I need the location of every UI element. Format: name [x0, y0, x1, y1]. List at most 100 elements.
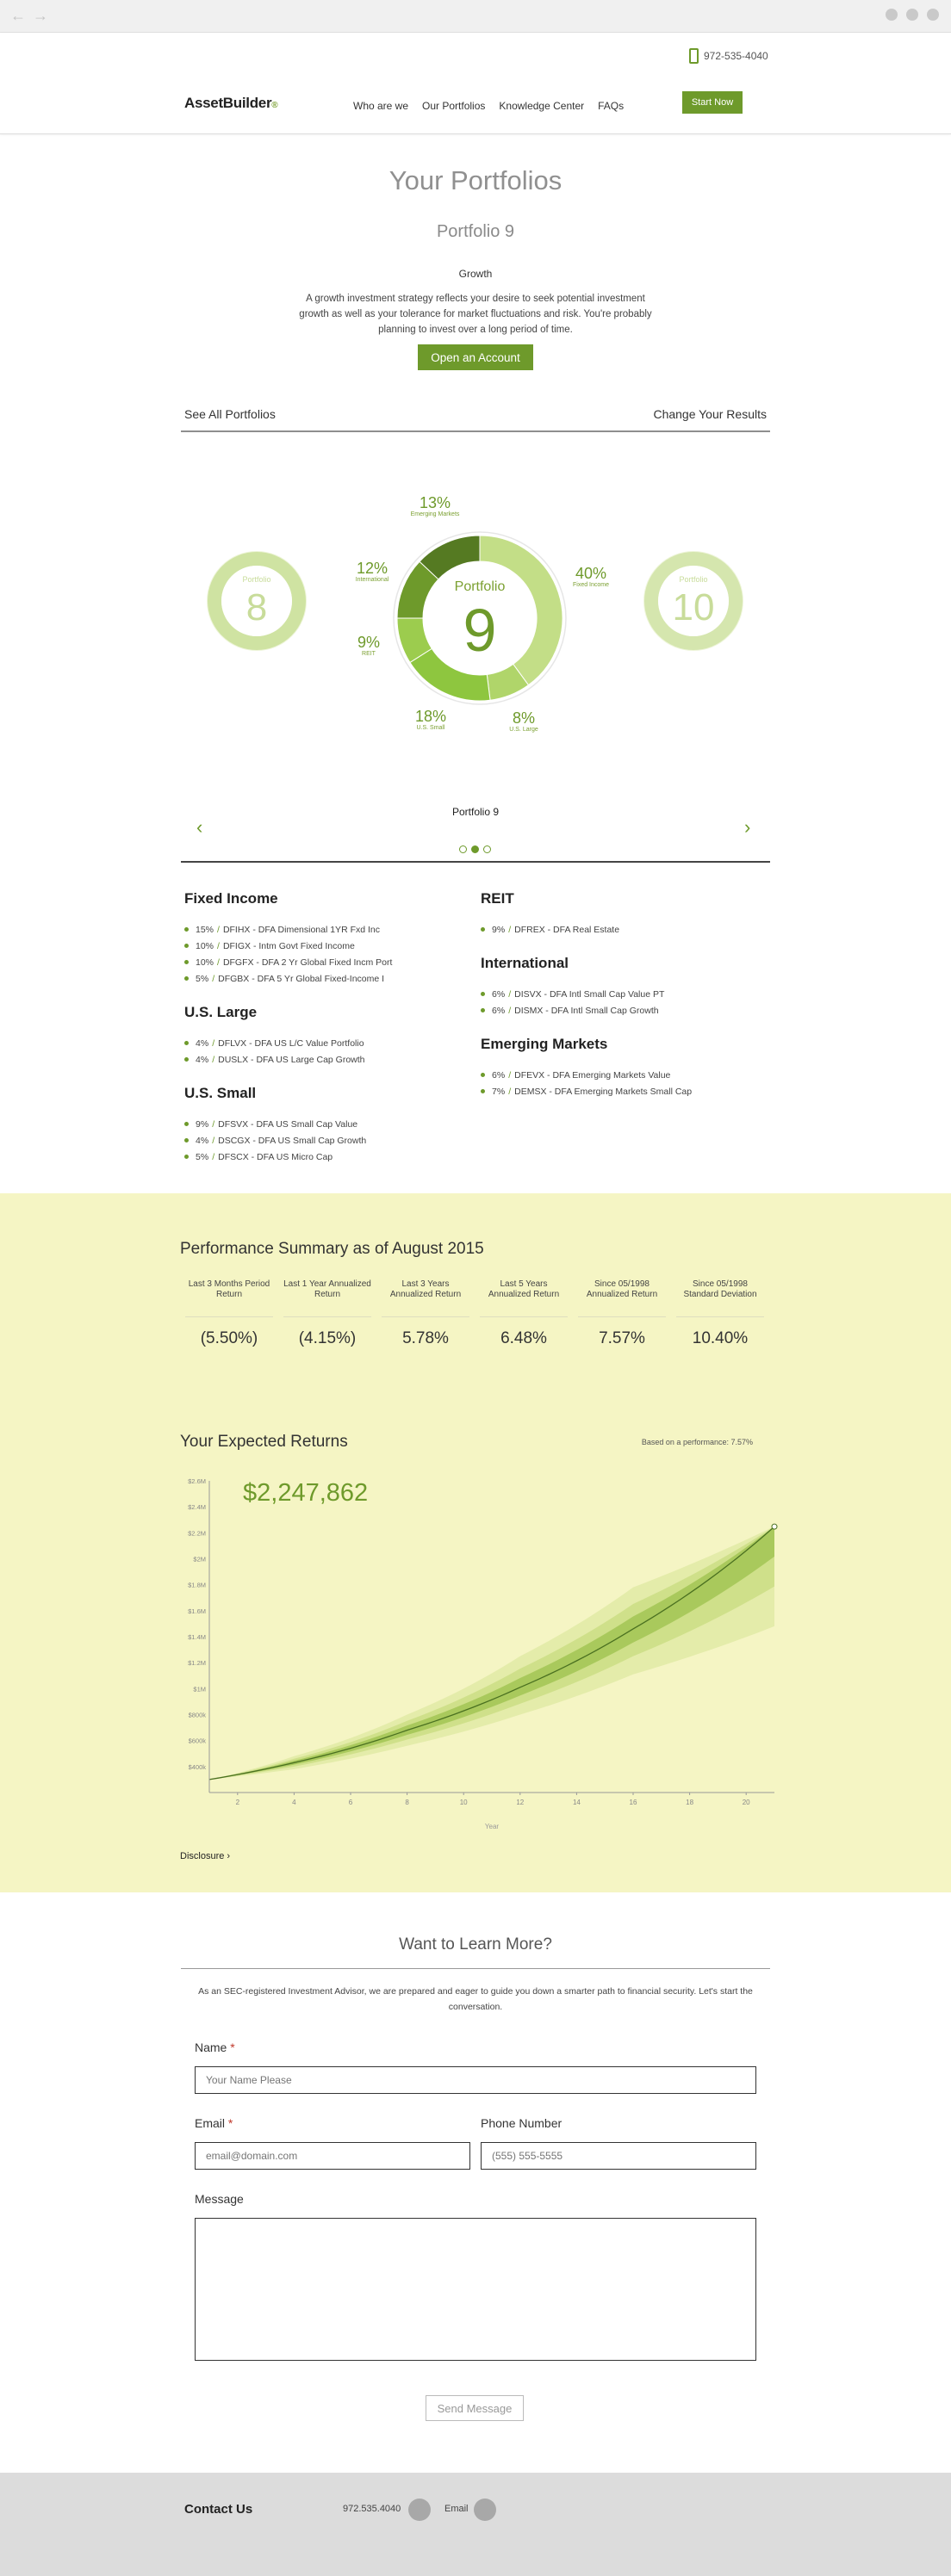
- holdings-heading-us-small: U.S. Small: [184, 1085, 257, 1101]
- change-results-link[interactable]: Change Your Results: [653, 407, 767, 421]
- segment-name: International: [355, 577, 389, 583]
- email-label: Email *: [195, 2116, 233, 2130]
- slash-divider: /: [217, 957, 220, 968]
- browser-nav-arrows[interactable]: ←→: [10, 7, 55, 25]
- holding-fund: DFLVX - DFA US L/C Value Portfolio: [218, 1037, 364, 1049]
- start-now-button[interactable]: Start Now: [682, 91, 743, 114]
- y-tick-label: $2.4M: [188, 1503, 206, 1511]
- holding-fund: DEMSX - DFA Emerging Markets Small Cap: [514, 1086, 693, 1097]
- page-title: Your Portfolios: [388, 165, 563, 195]
- header-phone[interactable]: 972-535-4040: [689, 48, 768, 64]
- carousel-prev-arrow[interactable]: ‹: [196, 816, 202, 839]
- next-portfolio-donut[interactable]: Portfolio 10: [643, 551, 743, 651]
- holding-item: 6% / DISMX - DFA Intl Small Cap Growth: [481, 1002, 756, 1019]
- see-all-portfolios-link[interactable]: See All Portfolios: [184, 407, 276, 421]
- logo[interactable]: AssetBuilder®: [184, 95, 278, 112]
- message-textarea[interactable]: [195, 2218, 756, 2361]
- holdings-list-us-large: 4% / DFLVX - DFA US L/C Value Portfolio 4%…: [184, 1035, 460, 1068]
- perf-head: Last 1 Year Annualized Return: [283, 1279, 371, 1317]
- segment-label-us-small: 18% U.S. Small: [405, 708, 457, 731]
- open-account-button[interactable]: Open an Account: [418, 344, 533, 370]
- segment-label-reit: 9% REIT: [343, 634, 395, 657]
- x-tick-label: 4: [292, 1799, 296, 1806]
- y-tick-label: $2.6M: [188, 1477, 206, 1485]
- slash-divider: /: [212, 1054, 215, 1065]
- mail-icon[interactable]: [474, 2499, 496, 2521]
- y-tick-label: $2.2M: [188, 1529, 206, 1537]
- slash-divider: /: [508, 1069, 512, 1081]
- strategy-label: Growth: [458, 268, 493, 280]
- slash-divider: /: [212, 1037, 215, 1049]
- slash-divider: /: [212, 1151, 215, 1162]
- nav-who-are-we[interactable]: Who are we: [353, 100, 408, 112]
- site-footer: Contact Us 972.535.4040 Email: [0, 2473, 951, 2576]
- holding-fund: DFIHX - DFA Dimensional 1YR Fxd Inc: [222, 924, 380, 935]
- prev-donut-number: 8: [246, 586, 267, 629]
- bullet-icon: [184, 1041, 189, 1045]
- holding-pct: 9%: [492, 924, 506, 935]
- holding-pct: 15%: [196, 924, 214, 935]
- prev-portfolio-donut[interactable]: Portfolio 8: [207, 551, 307, 651]
- holdings-list-reit: 9% / DFREX - DFA Real Estate: [481, 921, 756, 938]
- bullet-icon: [481, 1008, 485, 1012]
- holding-item: 9% / DFREX - DFA Real Estate: [481, 921, 756, 938]
- prev-donut-label: Portfolio: [242, 575, 270, 584]
- x-tick-label: 12: [516, 1799, 524, 1806]
- holding-item: 15% / DFIHX - DFA Dimensional 1YR Fxd Inc: [184, 921, 460, 938]
- holding-pct: 7%: [492, 1086, 506, 1097]
- x-axis-label: Year: [485, 1823, 500, 1830]
- footer-contact-heading: Contact Us: [184, 2502, 253, 2517]
- name-input[interactable]: [195, 2066, 756, 2094]
- holding-fund: DUSLX - DFA US Large Cap Growth: [218, 1054, 365, 1065]
- nav-knowledge-center[interactable]: Knowledge Center: [499, 100, 584, 112]
- holdings-heading-emerging: Emerging Markets: [481, 1036, 608, 1052]
- perf-value: (5.50%): [200, 1329, 258, 1347]
- end-point-marker: [771, 1523, 778, 1530]
- name-label: Name *: [195, 2040, 235, 2054]
- bullet-icon: [184, 927, 189, 932]
- holding-fund: DFIGX - Intm Govt Fixed Income: [222, 940, 355, 951]
- pager-dot[interactable]: [459, 845, 467, 853]
- bullet-icon: [184, 1155, 189, 1159]
- disclosure-link[interactable]: Disclosure ›: [180, 1851, 230, 1861]
- bullet-icon: [184, 976, 189, 981]
- holding-fund: DISMX - DFA Intl Small Cap Growth: [514, 1005, 659, 1016]
- slash-divider: /: [508, 1086, 512, 1097]
- window-dot[interactable]: [927, 9, 939, 21]
- window-dot[interactable]: [886, 9, 898, 21]
- footer-phone[interactable]: 972.535.4040: [343, 2504, 401, 2514]
- holding-item: 10% / DFIGX - Intm Govt Fixed Income: [184, 938, 460, 954]
- pager-dot-active[interactable]: [471, 845, 479, 853]
- holding-pct: 5%: [196, 1151, 209, 1162]
- segment-pct: 9%: [357, 634, 380, 651]
- holding-fund: DSCGX - DFA US Small Cap Growth: [218, 1135, 367, 1146]
- perf-column: Last 3 Years Annualized Return 5.78%: [376, 1279, 475, 1348]
- send-message-button[interactable]: Send Message: [426, 2395, 524, 2421]
- header-phone-number: 972-535-4040: [704, 50, 768, 62]
- window-dot[interactable]: [906, 9, 918, 21]
- holding-item: 4% / DUSLX - DFA US Large Cap Growth: [184, 1051, 460, 1068]
- holding-pct: 5%: [196, 973, 209, 984]
- holdings-left-column: Fixed Income 15% / DFIHX - DFA Dimensional…: [184, 890, 460, 1182]
- x-tick-label: 2: [236, 1799, 240, 1806]
- phone-icon[interactable]: [408, 2499, 431, 2521]
- slash-divider: /: [217, 940, 220, 951]
- perf-column: Since 05/1998 Standard Deviation 10.40%: [671, 1279, 769, 1348]
- footer-email[interactable]: Email: [444, 2504, 469, 2514]
- bullet-icon: [481, 927, 485, 932]
- holding-pct: 6%: [492, 988, 506, 1000]
- holding-item: 9% / DFSVX - DFA US Small Cap Value: [184, 1116, 460, 1132]
- perf-value: 10.40%: [692, 1329, 749, 1347]
- segment-name: Fixed Income: [572, 582, 610, 588]
- phone-input[interactable]: [481, 2142, 756, 2170]
- y-tick-label: $1.8M: [188, 1582, 206, 1589]
- required-mark: *: [230, 2040, 235, 2054]
- carousel-next-arrow[interactable]: ›: [744, 816, 750, 839]
- message-label: Message: [195, 2192, 244, 2206]
- pager-dot[interactable]: [483, 845, 491, 853]
- nav-faqs[interactable]: FAQs: [598, 100, 624, 112]
- email-input[interactable]: [195, 2142, 470, 2170]
- portfolio-name: Portfolio 9: [436, 222, 515, 241]
- nav-our-portfolios[interactable]: Our Portfolios: [422, 100, 485, 112]
- segment-name: Emerging Markets: [410, 511, 460, 517]
